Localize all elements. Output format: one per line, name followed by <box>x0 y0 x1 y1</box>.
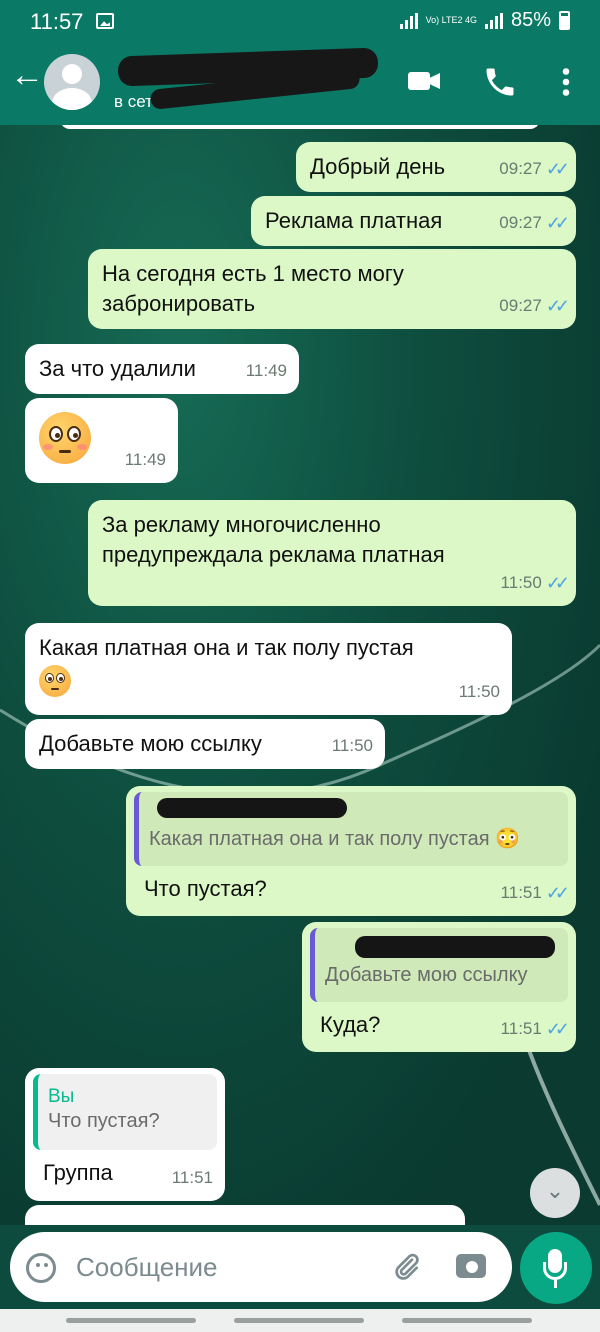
message-in[interactable]: 11:49 <box>25 398 178 483</box>
message-in[interactable]: Добавьте мою ссылку 11:50 <box>25 719 385 769</box>
nav-recent[interactable] <box>66 1318 196 1323</box>
quoted-message[interactable]: Вы Что пустая? <box>33 1074 217 1150</box>
message-meta: 09:27 ✓✓ <box>499 291 570 321</box>
composer-bar: Сообщение <box>0 1225 600 1332</box>
message-meta: 11:50 <box>459 677 500 707</box>
message-out-reply[interactable]: Какая платная она и так полу пустая 😳 Чт… <box>126 786 576 916</box>
message-time: 11:50 <box>331 736 373 755</box>
message-text: Какая платная она и так полу пустая <box>39 635 414 660</box>
message-time: 09:27 <box>499 296 542 315</box>
message-text: За что удалили <box>39 356 196 381</box>
quoted-message[interactable]: Добавьте мою ссылку <box>310 928 568 1002</box>
message-time: 11:50 <box>458 682 500 701</box>
message-meta: 11:50 <box>332 731 373 761</box>
message-time: 11:49 <box>245 361 287 380</box>
battery-percent: 85% <box>510 9 551 31</box>
previous-message-edge <box>60 125 540 129</box>
emoji-icon[interactable] <box>26 1253 56 1283</box>
message-out-reply[interactable]: Добавьте мою ссылку Куда? 11:51 ✓✓ <box>302 922 576 1052</box>
message-time: 09:27 <box>499 159 542 178</box>
message-meta: 11:51 <box>172 1163 213 1193</box>
message-time: 11:51 <box>500 883 542 902</box>
mic-icon[interactable] <box>520 1232 592 1304</box>
message-meta: 11:50 ✓✓ <box>500 568 571 598</box>
top-bar: 11:57 Vo) LTE2 4G 85% ← в сети <box>0 0 600 125</box>
status-bar: 11:57 Vo) LTE2 4G 85% <box>0 0 600 44</box>
video-call-icon[interactable] <box>406 64 442 100</box>
nav-back[interactable] <box>402 1318 532 1323</box>
flushed-face-emoji <box>39 665 71 697</box>
quoted-text: Какая платная она и так полу пустая 😳 <box>149 828 521 850</box>
message-input[interactable]: Сообщение <box>10 1232 512 1302</box>
message-time: 11:49 <box>124 450 166 469</box>
message-out[interactable]: Реклама платная 09:27 ✓✓ <box>251 196 576 246</box>
status-time: 11:57 <box>30 9 84 34</box>
next-message-edge <box>25 1205 465 1225</box>
message-time: 09:27 <box>499 213 542 232</box>
message-meta: 09:27 ✓✓ <box>499 208 570 238</box>
message-out[interactable]: На сегодня есть 1 место могу забронирова… <box>88 249 576 329</box>
message-placeholder[interactable]: Сообщение <box>76 1252 218 1283</box>
nav-home[interactable] <box>234 1318 364 1323</box>
message-text: На сегодня есть 1 место могу забронирова… <box>102 261 404 316</box>
message-time: 11:51 <box>171 1168 213 1187</box>
redaction-scribble <box>355 936 555 958</box>
message-text: Добрый день <box>310 154 446 179</box>
battery-icon <box>559 11 570 30</box>
message-meta: 11:51 ✓✓ <box>500 878 571 908</box>
message-in[interactable]: За что удалили 11:49 <box>25 344 299 394</box>
message-in-reply[interactable]: Вы Что пустая? Группа 11:51 <box>25 1068 225 1201</box>
phone-icon[interactable] <box>482 64 518 100</box>
signal-icon <box>399 12 418 29</box>
message-in[interactable]: Какая платная она и так полу пустая 11:5… <box>25 623 512 715</box>
read-ticks-icon: ✓✓ <box>545 296 570 316</box>
read-ticks-icon: ✓✓ <box>545 1019 570 1039</box>
scroll-down-icon[interactable]: ⌄ <box>530 1168 580 1218</box>
back-arrow-icon[interactable]: ← <box>10 58 44 94</box>
message-text: За рекламу многочисленно предупреждала р… <box>102 512 445 567</box>
message-out[interactable]: Добрый день 09:27 ✓✓ <box>296 142 576 192</box>
chat-app-bar: ← в сети <box>0 44 600 125</box>
chat-area[interactable]: Добрый день 09:27 ✓✓ Реклама платная 09:2… <box>0 125 600 1225</box>
network-label: Vo) LTE2 4G <box>425 15 477 25</box>
attach-icon[interactable] <box>390 1251 422 1283</box>
read-ticks-icon: ✓✓ <box>545 213 570 233</box>
redaction-scribble <box>157 798 347 818</box>
quoted-author: Вы <box>48 1086 75 1107</box>
camera-icon[interactable] <box>456 1254 486 1278</box>
status-right: Vo) LTE2 4G 85% <box>399 9 570 32</box>
message-text: Добавьте мою ссылку <box>39 731 262 756</box>
read-ticks-icon: ✓✓ <box>545 159 570 179</box>
message-text: Реклама платная <box>265 208 443 233</box>
message-out[interactable]: За рекламу многочисленно предупреждала р… <box>88 500 576 606</box>
message-time: 11:50 <box>500 573 542 592</box>
message-meta: 11:49 <box>246 356 287 386</box>
signal-icon-2 <box>484 12 503 29</box>
flushed-face-emoji <box>39 412 91 464</box>
more-options-icon[interactable] <box>548 64 584 100</box>
message-time: 11:51 <box>500 1019 542 1038</box>
gallery-notification-icon <box>96 13 114 29</box>
message-meta: 09:27 ✓✓ <box>499 154 570 184</box>
message-meta: 11:49 <box>125 445 166 475</box>
quoted-text: Добавьте мою ссылку <box>325 964 528 986</box>
system-nav-bar <box>0 1309 600 1332</box>
read-ticks-icon: ✓✓ <box>545 573 570 593</box>
quoted-message[interactable]: Какая платная она и так полу пустая 😳 <box>134 792 568 866</box>
avatar[interactable] <box>44 54 100 110</box>
quoted-text: Что пустая? <box>48 1110 160 1132</box>
read-ticks-icon: ✓✓ <box>545 883 570 903</box>
message-meta: 11:51 ✓✓ <box>500 1014 571 1044</box>
